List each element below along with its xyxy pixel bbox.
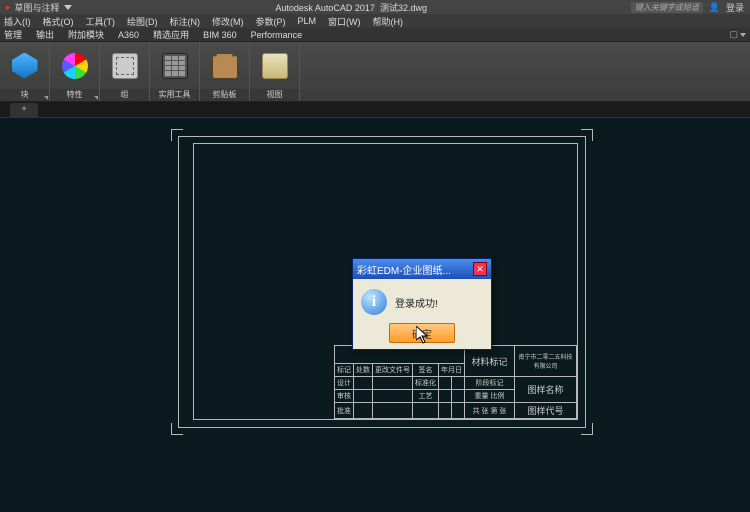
user-icon[interactable]: 👤 — [709, 2, 720, 13]
ribbon-tab-bar: 管理 输出 附加模块 A360 精选应用 BIM 360 Performance… — [0, 28, 750, 42]
panel-group: 组 — [100, 42, 150, 101]
menu-plm[interactable]: PLM — [298, 16, 317, 26]
panel-utilities: 实用工具 — [150, 42, 200, 101]
document-tabs: + — [0, 102, 750, 118]
panel-expand-icon[interactable] — [44, 96, 48, 100]
ribbon: 块 特性 组 实用工具 剪贴板 视图 — [0, 42, 750, 102]
panel-label-utilities: 实用工具 — [150, 89, 199, 101]
menu-dimension[interactable]: 标注(N) — [170, 15, 201, 28]
panel-expand-icon[interactable] — [94, 96, 98, 100]
clipboard-icon[interactable] — [212, 53, 238, 79]
title-material-mark: 材料标记 — [465, 346, 515, 377]
menu-insert[interactable]: 插入(I) — [4, 15, 31, 28]
dialog-message: 登录成功! — [395, 295, 438, 310]
panel-label-properties: 特性 — [50, 89, 99, 101]
new-tab-button[interactable]: + — [10, 103, 38, 117]
calculator-icon[interactable] — [162, 53, 188, 79]
menu-format[interactable]: 格式(O) — [43, 15, 74, 28]
block-icon[interactable] — [12, 53, 38, 79]
tab-output[interactable]: 输出 — [36, 28, 54, 41]
tab-bim360[interactable]: BIM 360 — [203, 30, 237, 40]
search-input[interactable]: 键入关键字或短语 — [631, 2, 703, 13]
group-icon[interactable] — [112, 53, 138, 79]
tab-performance[interactable]: Performance — [251, 30, 303, 40]
title-company: 南宁市二零二五科技有限公司 — [515, 346, 577, 377]
tab-a360[interactable]: A360 — [118, 30, 139, 40]
ribbon-minimize-icon[interactable]: ▢ — [729, 29, 746, 40]
title-drawing-code: 图样代号 — [515, 403, 577, 419]
workspace-label[interactable]: 草图与注释 — [15, 1, 60, 14]
panel-clipboard: 剪贴板 — [200, 42, 250, 101]
tab-manage[interactable]: 管理 — [4, 28, 22, 41]
dialog-titlebar[interactable]: 彩虹EDM-企业图纸... ✕ — [353, 259, 491, 279]
workspace-dropdown-icon[interactable] — [64, 5, 72, 10]
corner-mark — [171, 129, 183, 141]
menu-help[interactable]: 帮助(H) — [373, 15, 404, 28]
corner-mark — [581, 129, 593, 141]
title-block-table: 材料标记南宁市二零二五科技有限公司 标记处数更改文件号签名年月日 设计标准化阶段… — [334, 345, 577, 419]
view-icon[interactable] — [262, 53, 288, 79]
properties-icon[interactable] — [62, 53, 88, 79]
app-menu-icon[interactable]: ▸ — [6, 2, 11, 13]
panel-properties: 特性 — [50, 42, 100, 101]
quick-access: ▸ 草图与注释 — [6, 1, 72, 14]
title-bar: ▸ 草图与注释 Autodesk AutoCAD 2017 测试32.dwg 键… — [0, 0, 750, 14]
tab-featured[interactable]: 精选应用 — [153, 28, 189, 41]
corner-mark — [581, 423, 593, 435]
window-title: Autodesk AutoCAD 2017 测试32.dwg — [78, 1, 625, 14]
menu-parametric[interactable]: 参数(P) — [256, 15, 286, 28]
dialog-title: 彩虹EDM-企业图纸... — [357, 262, 451, 277]
info-icon: i — [361, 289, 387, 315]
panel-label-group: 组 — [100, 89, 149, 101]
menu-modify[interactable]: 修改(M) — [212, 15, 244, 28]
panel-block: 块 — [0, 42, 50, 101]
panel-label-block: 块 — [0, 89, 49, 101]
title-drawing-name: 图样名称 — [515, 377, 577, 403]
panel-view: 视图 — [250, 42, 300, 101]
menu-window[interactable]: 窗口(W) — [328, 15, 361, 28]
tab-addins[interactable]: 附加模块 — [68, 28, 104, 41]
corner-mark — [171, 423, 183, 435]
menu-bar: 插入(I) 格式(O) 工具(T) 绘图(D) 标注(N) 修改(M) 参数(P… — [0, 14, 750, 28]
close-icon[interactable]: ✕ — [473, 262, 487, 276]
panel-label-view: 视图 — [250, 89, 299, 101]
login-label[interactable]: 登录 — [726, 1, 744, 14]
panel-label-clipboard: 剪贴板 — [200, 89, 249, 101]
menu-tools[interactable]: 工具(T) — [86, 15, 116, 28]
menu-draw[interactable]: 绘图(D) — [127, 15, 158, 28]
